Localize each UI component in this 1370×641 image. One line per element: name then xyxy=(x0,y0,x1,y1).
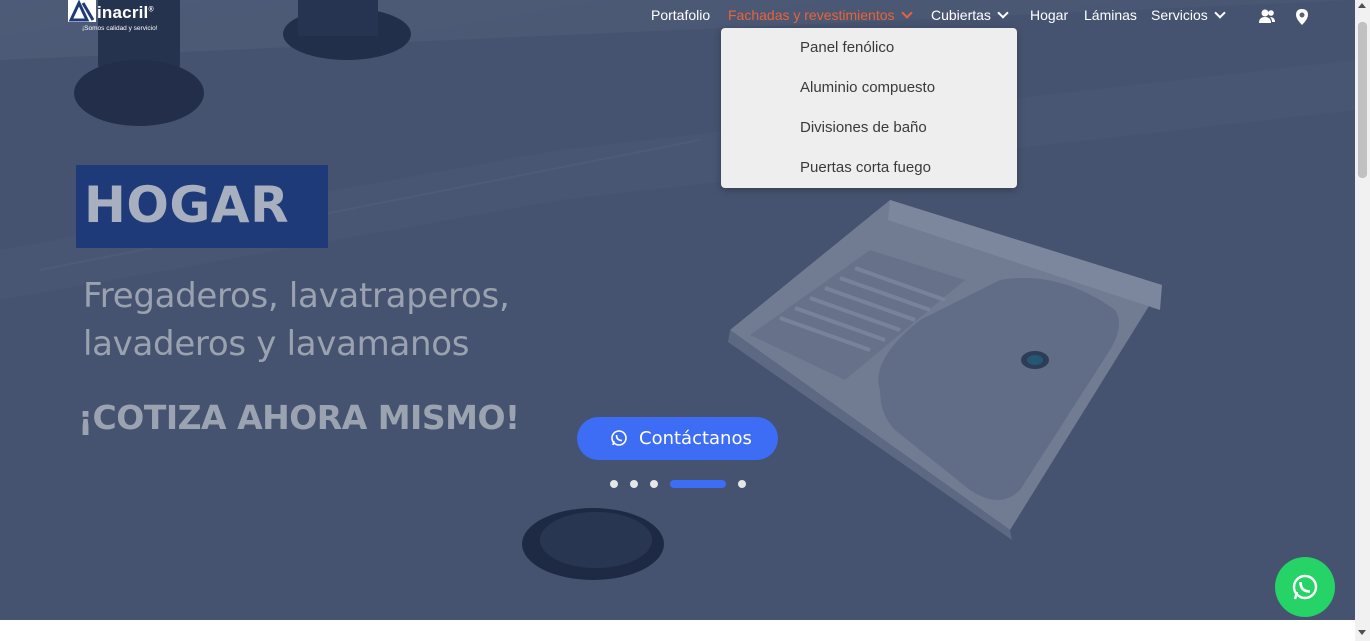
hero-subtitle-line: lavaderos y lavamanos xyxy=(83,324,470,364)
nav-item-cubiertas[interactable]: Cubiertas xyxy=(931,4,1009,26)
nav-label: Fachadas y revestimientos xyxy=(728,7,895,23)
scroll-down-arrow-icon[interactable] xyxy=(1358,630,1366,635)
carousel-dot[interactable] xyxy=(738,480,746,488)
dropdown-item-divisiones-bano[interactable]: Divisiones de baño xyxy=(800,119,927,136)
logo-tagline: ¡Somos calidad y servicio! xyxy=(82,25,158,32)
carousel-dot[interactable] xyxy=(650,480,658,488)
carousel-dot[interactable] xyxy=(610,480,618,488)
nav-item-servicios[interactable]: Servicios xyxy=(1151,4,1226,26)
location-pin-icon[interactable] xyxy=(1294,8,1312,26)
logo-registered-mark: ® xyxy=(148,6,154,14)
whatsapp-icon xyxy=(1292,574,1318,600)
nav-item-portafolio[interactable]: Portafolio xyxy=(651,4,710,26)
nav-label: Hogar xyxy=(1030,7,1069,23)
page-scrollbar[interactable] xyxy=(1355,0,1370,641)
nav-label: Láminas xyxy=(1084,7,1137,23)
contact-button[interactable]: Contáctanos xyxy=(577,417,778,460)
logo-wordmark: inacril® xyxy=(97,3,154,22)
scrollbar-thumb[interactable] xyxy=(1358,22,1367,178)
chevron-down-icon xyxy=(1214,7,1226,19)
nav-item-fachadas[interactable]: Fachadas y revestimientos xyxy=(728,4,913,26)
dropdown-item-aluminio-compuesto[interactable]: Aluminio compuesto xyxy=(800,79,935,96)
users-icon[interactable] xyxy=(1258,8,1276,26)
logo-mark-icon xyxy=(68,0,96,22)
hero-subtitle: Fregaderos, lavatraperos, lavaderos y la… xyxy=(83,272,603,368)
dropdown-item-panel-fenolico[interactable]: Panel fenólico xyxy=(800,39,894,56)
fachadas-dropdown-menu: Panel fenólico Aluminio compuesto Divisi… xyxy=(721,28,1017,188)
hero-cta-text: ¡COTIZA AHORA MISMO! xyxy=(78,398,520,437)
nav-item-hogar[interactable]: Hogar xyxy=(1030,4,1068,26)
hero-subtitle-line: Fregaderos, lavatraperos, xyxy=(83,276,510,316)
chevron-down-icon xyxy=(997,7,1009,19)
chevron-down-icon xyxy=(900,7,913,19)
carousel-dot-active[interactable] xyxy=(670,480,726,488)
whatsapp-icon xyxy=(611,430,627,446)
nav-label: Portafolio xyxy=(651,7,711,23)
brand-logo[interactable]: inacril® ¡Somos calidad y servicio! xyxy=(68,0,168,36)
hero-title: HOGAR xyxy=(84,176,290,234)
nav-label: Servicios xyxy=(1151,7,1208,23)
contact-button-label: Contáctanos xyxy=(639,428,752,449)
nav-label: Cubiertas xyxy=(931,7,991,23)
nav-item-laminas[interactable]: Láminas xyxy=(1084,4,1137,26)
whatsapp-float-button[interactable] xyxy=(1275,557,1335,617)
scroll-up-arrow-icon[interactable] xyxy=(1358,3,1366,8)
carousel-dot[interactable] xyxy=(630,480,638,488)
dropdown-item-puertas-corta-fuego[interactable]: Puertas corta fuego xyxy=(800,159,931,176)
